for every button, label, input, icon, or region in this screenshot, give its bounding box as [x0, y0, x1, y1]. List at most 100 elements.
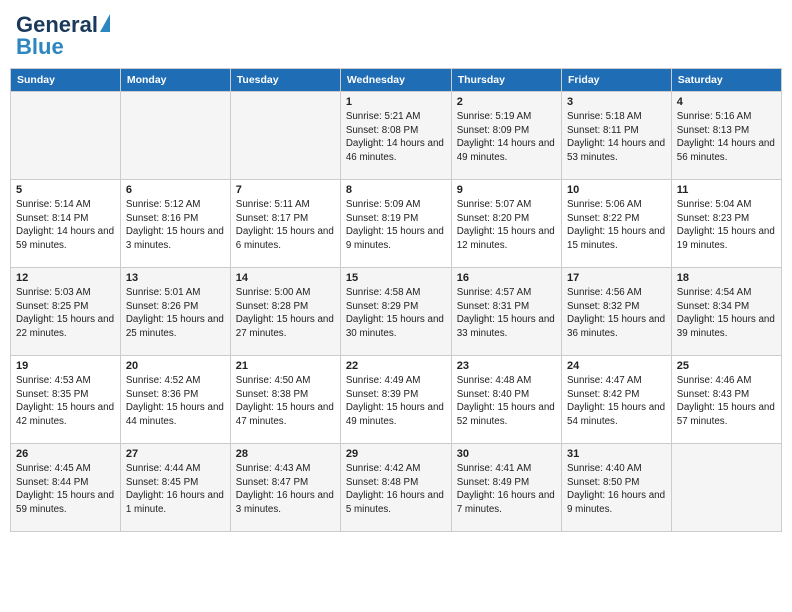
- day-number: 15: [346, 272, 446, 284]
- logo-triangle-icon: [100, 14, 110, 32]
- day-number: 12: [16, 272, 115, 284]
- day-number: 16: [457, 272, 556, 284]
- calendar-cell: 24 Sunrise: 4:47 AMSunset: 8:42 PMDayligh…: [562, 356, 672, 444]
- calendar-cell: 17 Sunrise: 4:56 AMSunset: 8:32 PMDayligh…: [562, 268, 672, 356]
- day-info: Sunrise: 5:06 AMSunset: 8:22 PMDaylight:…: [567, 198, 666, 253]
- day-info: Sunrise: 4:44 AMSunset: 8:45 PMDaylight:…: [126, 462, 225, 517]
- day-number: 27: [126, 448, 225, 460]
- day-number: 10: [567, 184, 666, 196]
- day-info: Sunrise: 5:01 AMSunset: 8:26 PMDaylight:…: [126, 286, 225, 341]
- logo: General Blue: [16, 14, 110, 58]
- day-number: 4: [677, 96, 776, 108]
- day-number: 3: [567, 96, 666, 108]
- day-number: 24: [567, 360, 666, 372]
- calendar-cell: 23Sunrise: 4:48 AMSunset: 8:40 PMDayligh…: [451, 356, 561, 444]
- day-info: Sunrise: 5:14 AMSunset: 8:14 PMDaylight:…: [16, 198, 115, 253]
- calendar-cell: 4 Sunrise: 5:16 AMSunset: 8:13 PMDaylight…: [671, 92, 781, 180]
- day-number: 14: [236, 272, 335, 284]
- column-header-sunday: Sunday: [11, 69, 121, 92]
- calendar-cell: [230, 92, 340, 180]
- day-info: Sunrise: 4:47 AMSunset: 8:42 PMDaylight:…: [567, 374, 666, 429]
- day-info: Sunrise: 5:03 AMSunset: 8:25 PMDaylight:…: [16, 286, 115, 341]
- day-number: 31: [567, 448, 666, 460]
- calendar-cell: 11 Sunrise: 5:04 AMSunset: 8:23 PMDayligh…: [671, 180, 781, 268]
- calendar-cell: 13 Sunrise: 5:01 AMSunset: 8:26 PMDayligh…: [120, 268, 230, 356]
- day-number: 30: [457, 448, 556, 460]
- calendar-cell: 2 Sunrise: 5:19 AMSunset: 8:09 PMDaylight…: [451, 92, 561, 180]
- day-number: 21: [236, 360, 335, 372]
- day-info: Sunrise: 4:46 AMSunset: 8:43 PMDaylight:…: [677, 374, 776, 429]
- calendar-cell: 10 Sunrise: 5:06 AMSunset: 8:22 PMDayligh…: [562, 180, 672, 268]
- calendar-table: SundayMondayTuesdayWednesdayThursdayFrid…: [10, 68, 782, 532]
- day-info: Sunrise: 5:09 AMSunset: 8:19 PMDaylight:…: [346, 198, 446, 253]
- logo-text-blue: Blue: [16, 36, 64, 58]
- day-number: 28: [236, 448, 335, 460]
- day-info: Sunrise: 4:58 AMSunset: 8:29 PMDaylight:…: [346, 286, 446, 341]
- day-number: 25: [677, 360, 776, 372]
- calendar-cell: 12 Sunrise: 5:03 AMSunset: 8:25 PMDayligh…: [11, 268, 121, 356]
- day-number: 2: [457, 96, 556, 108]
- day-info: Sunrise: 4:56 AMSunset: 8:32 PMDaylight:…: [567, 286, 666, 341]
- calendar-cell: 25 Sunrise: 4:46 AMSunset: 8:43 PMDayligh…: [671, 356, 781, 444]
- calendar-cell: 30Sunrise: 4:41 AMSunset: 8:49 PMDayligh…: [451, 444, 561, 532]
- day-number: 8: [346, 184, 446, 196]
- day-info: Sunrise: 4:50 AMSunset: 8:38 PMDaylight:…: [236, 374, 335, 429]
- day-number: 26: [16, 448, 115, 460]
- column-header-tuesday: Tuesday: [230, 69, 340, 92]
- calendar-cell: [120, 92, 230, 180]
- day-info: Sunrise: 4:40 AMSunset: 8:50 PMDaylight:…: [567, 462, 666, 517]
- calendar-week-row: 1Sunrise: 5:21 AMSunset: 8:08 PMDaylight…: [11, 92, 782, 180]
- calendar-cell: 18Sunrise: 4:54 AMSunset: 8:34 PMDayligh…: [671, 268, 781, 356]
- calendar-cell: 26 Sunrise: 4:45 AMSunset: 8:44 PMDayligh…: [11, 444, 121, 532]
- calendar-cell: 19Sunrise: 4:53 AMSunset: 8:35 PMDayligh…: [11, 356, 121, 444]
- calendar-cell: 21 Sunrise: 4:50 AMSunset: 8:38 PMDayligh…: [230, 356, 340, 444]
- day-info: Sunrise: 4:45 AMSunset: 8:44 PMDaylight:…: [16, 462, 115, 517]
- calendar-cell: [11, 92, 121, 180]
- day-info: Sunrise: 5:07 AMSunset: 8:20 PMDaylight:…: [457, 198, 556, 253]
- day-number: 13: [126, 272, 225, 284]
- day-info: Sunrise: 5:11 AMSunset: 8:17 PMDaylight:…: [236, 198, 335, 253]
- column-header-wednesday: Wednesday: [340, 69, 451, 92]
- calendar-week-row: 19Sunrise: 4:53 AMSunset: 8:35 PMDayligh…: [11, 356, 782, 444]
- calendar-cell: 14 Sunrise: 5:00 AMSunset: 8:28 PMDayligh…: [230, 268, 340, 356]
- column-header-thursday: Thursday: [451, 69, 561, 92]
- day-info: Sunrise: 4:42 AMSunset: 8:48 PMDaylight:…: [346, 462, 446, 517]
- day-info: Sunrise: 4:53 AMSunset: 8:35 PMDaylight:…: [16, 374, 115, 429]
- day-number: 17: [567, 272, 666, 284]
- day-number: 5: [16, 184, 115, 196]
- day-info: Sunrise: 4:57 AMSunset: 8:31 PMDaylight:…: [457, 286, 556, 341]
- calendar-week-row: 5 Sunrise: 5:14 AMSunset: 8:14 PMDaylight…: [11, 180, 782, 268]
- calendar-cell: 3Sunrise: 5:18 AMSunset: 8:11 PMDaylight…: [562, 92, 672, 180]
- day-number: 29: [346, 448, 446, 460]
- column-header-monday: Monday: [120, 69, 230, 92]
- calendar-cell: 15 Sunrise: 4:58 AMSunset: 8:29 PMDayligh…: [340, 268, 451, 356]
- day-info: Sunrise: 5:21 AMSunset: 8:08 PMDaylight:…: [346, 110, 446, 165]
- day-info: Sunrise: 4:43 AMSunset: 8:47 PMDaylight:…: [236, 462, 335, 517]
- calendar-cell: 31 Sunrise: 4:40 AMSunset: 8:50 PMDayligh…: [562, 444, 672, 532]
- calendar-cell: 27 Sunrise: 4:44 AMSunset: 8:45 PMDayligh…: [120, 444, 230, 532]
- calendar-cell: 16 Sunrise: 4:57 AMSunset: 8:31 PMDayligh…: [451, 268, 561, 356]
- calendar-cell: 29 Sunrise: 4:42 AMSunset: 8:48 PMDayligh…: [340, 444, 451, 532]
- calendar-cell: 28 Sunrise: 4:43 AMSunset: 8:47 PMDayligh…: [230, 444, 340, 532]
- day-number: 22: [346, 360, 446, 372]
- column-header-friday: Friday: [562, 69, 672, 92]
- day-info: Sunrise: 5:19 AMSunset: 8:09 PMDaylight:…: [457, 110, 556, 165]
- calendar-cell: 5 Sunrise: 5:14 AMSunset: 8:14 PMDaylight…: [11, 180, 121, 268]
- day-info: Sunrise: 4:52 AMSunset: 8:36 PMDaylight:…: [126, 374, 225, 429]
- calendar-week-row: 26 Sunrise: 4:45 AMSunset: 8:44 PMDayligh…: [11, 444, 782, 532]
- day-number: 6: [126, 184, 225, 196]
- calendar-cell: 6Sunrise: 5:12 AMSunset: 8:16 PMDaylight…: [120, 180, 230, 268]
- day-info: Sunrise: 4:48 AMSunset: 8:40 PMDaylight:…: [457, 374, 556, 429]
- calendar-cell: 7Sunrise: 5:11 AMSunset: 8:17 PMDaylight…: [230, 180, 340, 268]
- day-number: 18: [677, 272, 776, 284]
- calendar-week-row: 12 Sunrise: 5:03 AMSunset: 8:25 PMDayligh…: [11, 268, 782, 356]
- day-number: 11: [677, 184, 776, 196]
- day-info: Sunrise: 5:16 AMSunset: 8:13 PMDaylight:…: [677, 110, 776, 165]
- column-header-saturday: Saturday: [671, 69, 781, 92]
- day-info: Sunrise: 5:04 AMSunset: 8:23 PMDaylight:…: [677, 198, 776, 253]
- logo-text: General: [16, 14, 98, 36]
- day-info: Sunrise: 4:49 AMSunset: 8:39 PMDaylight:…: [346, 374, 446, 429]
- day-number: 20: [126, 360, 225, 372]
- header: General Blue: [10, 10, 782, 62]
- day-info: Sunrise: 5:00 AMSunset: 8:28 PMDaylight:…: [236, 286, 335, 341]
